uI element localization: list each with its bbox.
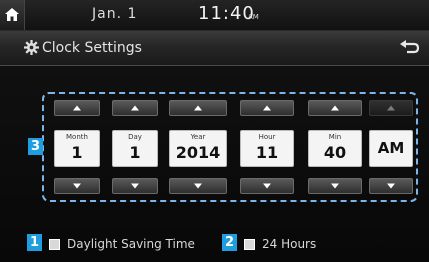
year-field[interactable]: Year 2014 xyxy=(169,130,227,167)
back-button[interactable] xyxy=(399,39,421,57)
min-up-button[interactable] xyxy=(308,100,362,116)
field-label: Year xyxy=(190,133,206,141)
day-up-button[interactable] xyxy=(112,100,158,116)
down-arrow-icon xyxy=(131,183,139,189)
daylight-saving-checkbox[interactable] xyxy=(49,239,60,250)
down-arrow-icon xyxy=(194,183,202,189)
clock-settings-screen: Jan. 1 11:40 AM Clock Settings 3 Month 1… xyxy=(0,0,429,262)
field-value: 1 xyxy=(71,143,83,162)
month-up-button[interactable] xyxy=(54,100,100,116)
field-label: Day xyxy=(128,133,142,141)
callout-3: 3 xyxy=(28,138,43,155)
hour-down-button[interactable] xyxy=(240,178,294,194)
down-arrow-icon xyxy=(331,183,339,189)
back-arrow-icon xyxy=(400,40,420,54)
down-arrow-icon xyxy=(73,183,81,189)
gear-icon xyxy=(24,40,39,55)
up-arrow-icon xyxy=(194,105,202,111)
status-date: Jan. 1 xyxy=(92,6,138,22)
ampm-up-button[interactable] xyxy=(369,100,413,116)
status-bar: Jan. 1 11:40 AM xyxy=(0,0,429,31)
year-down-button[interactable] xyxy=(169,178,227,194)
field-label: Min xyxy=(328,133,342,141)
home-button[interactable] xyxy=(0,0,25,30)
callout-2: 2 xyxy=(222,234,237,251)
home-icon xyxy=(5,8,19,21)
page-title: Clock Settings xyxy=(42,40,142,56)
daylight-saving-label[interactable]: Daylight Saving Time xyxy=(67,237,195,251)
month-down-button[interactable] xyxy=(54,178,100,194)
hour-field[interactable]: Hour 11 xyxy=(240,130,294,167)
24-hours-checkbox[interactable] xyxy=(244,239,255,250)
field-value: AM xyxy=(377,139,405,157)
min-field[interactable]: Min 40 xyxy=(308,130,362,167)
callout-1: 1 xyxy=(27,234,42,251)
field-value: 11 xyxy=(255,143,279,162)
hour-up-button[interactable] xyxy=(240,100,294,116)
field-value: 1 xyxy=(129,143,141,162)
year-up-button[interactable] xyxy=(169,100,227,116)
up-arrow-icon xyxy=(387,105,395,111)
day-down-button[interactable] xyxy=(112,178,158,194)
ampm-down-button[interactable] xyxy=(369,178,413,194)
up-arrow-icon xyxy=(131,105,139,111)
field-value: 40 xyxy=(323,143,347,162)
down-arrow-icon xyxy=(263,183,271,189)
status-time: 11:40 xyxy=(198,3,255,24)
status-ampm: AM xyxy=(248,13,259,21)
up-arrow-icon xyxy=(263,105,271,111)
down-arrow-icon xyxy=(387,183,395,189)
ampm-field[interactable]: AM xyxy=(369,130,413,167)
field-value: 2014 xyxy=(175,143,221,162)
up-arrow-icon xyxy=(331,105,339,111)
field-label: Month xyxy=(66,133,88,141)
up-arrow-icon xyxy=(73,105,81,111)
24-hours-label[interactable]: 24 Hours xyxy=(262,237,316,251)
month-field[interactable]: Month 1 xyxy=(54,130,100,167)
field-label: Hour xyxy=(258,133,276,141)
min-down-button[interactable] xyxy=(308,178,362,194)
title-bar: Clock Settings xyxy=(0,31,429,66)
day-field[interactable]: Day 1 xyxy=(112,130,158,167)
